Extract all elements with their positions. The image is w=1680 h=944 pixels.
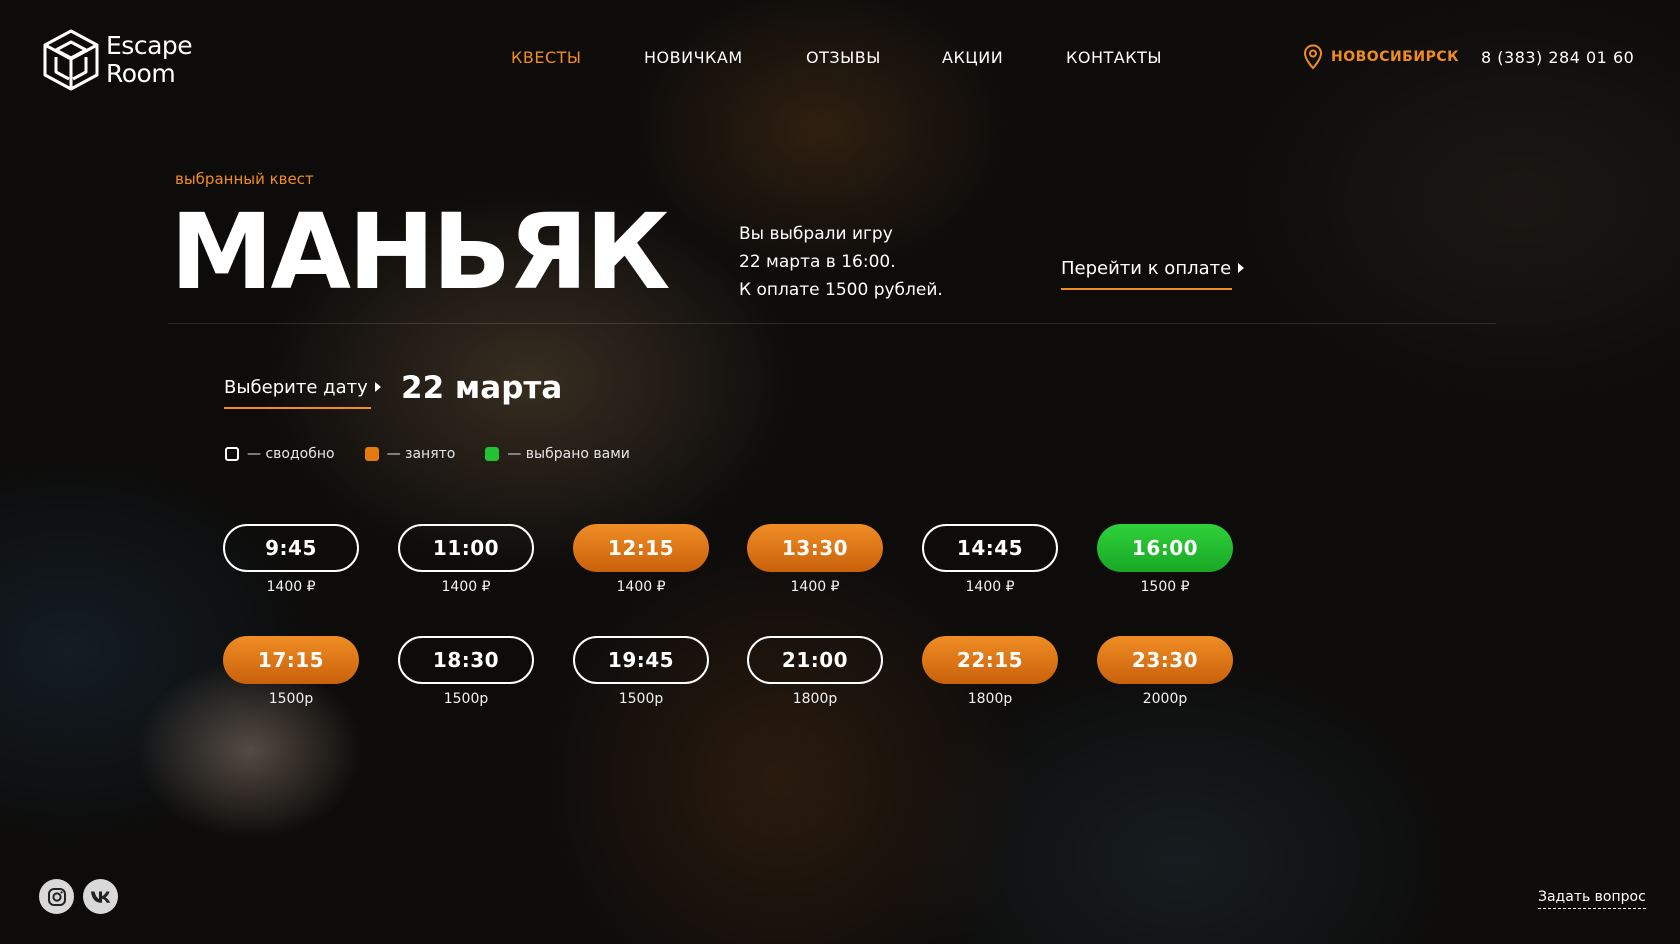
slot-price: 1500р	[443, 691, 489, 707]
location-pin-icon	[1303, 44, 1323, 70]
time-slot: 18:30 1500р	[398, 636, 534, 707]
choose-date-link[interactable]: Выберите дату	[224, 377, 381, 409]
time-slot-button[interactable]: 22:15	[922, 636, 1058, 684]
legend-selected: — выбрано вами	[485, 446, 630, 462]
phone-number[interactable]: 8 (383) 284 01 60	[1481, 48, 1634, 67]
nav-item-contacts[interactable]: КОНТАКТЫ	[1066, 48, 1162, 67]
instagram-glyph-icon	[47, 887, 66, 906]
go-to-payment-link[interactable]: Перейти к оплате	[1061, 258, 1245, 290]
slot-price: 1800р	[792, 691, 838, 707]
legend-selected-label: — выбрано вами	[507, 446, 630, 462]
time-slot-button[interactable]: 16:00	[1097, 524, 1233, 572]
caret-right-icon	[1238, 263, 1245, 273]
instagram-icon[interactable]	[39, 879, 74, 914]
time-slot: 9:45 1400 ₽	[223, 524, 359, 595]
time-slot: 13:30 1400 ₽	[747, 524, 883, 595]
time-slot: 22:15 1800р	[922, 636, 1058, 707]
time-slot-button[interactable]: 19:45	[573, 636, 709, 684]
time-slot: 12:15 1400 ₽	[573, 524, 709, 595]
slot-price: 1400 ₽	[790, 579, 840, 595]
slot-legend: — сводобно — занято — выбрано вами	[225, 446, 660, 462]
slot-price: 2000р	[1142, 691, 1188, 707]
legend-busy-label: — занято	[386, 446, 456, 462]
legend-busy: — занято	[364, 446, 456, 462]
logo[interactable]: Escape Room	[42, 28, 193, 92]
booking-summary: Вы выбрали игру 22 марта в 16:00. К опла…	[739, 220, 943, 304]
free-swatch-icon	[225, 447, 239, 461]
summary-line-1: Вы выбрали игру	[739, 224, 893, 244]
city-selector[interactable]: НОВОСИБИРСК	[1303, 44, 1459, 70]
nav-item-beginners[interactable]: НОВИЧКАМ	[644, 48, 743, 67]
legend-free-label: — сводобно	[247, 446, 335, 462]
time-slot-button[interactable]: 21:00	[747, 636, 883, 684]
city-name: НОВОСИБИРСК	[1331, 49, 1460, 65]
time-slot-button[interactable]: 13:30	[747, 524, 883, 572]
time-slot-button[interactable]: 17:15	[223, 636, 359, 684]
slot-price: 1400 ₽	[965, 579, 1015, 595]
nav-item-reviews[interactable]: ОТЗЫВЫ	[806, 48, 881, 67]
time-slot-button[interactable]: 18:30	[398, 636, 534, 684]
selected-date: 22 марта	[401, 370, 563, 406]
legend-free: — сводобно	[225, 446, 335, 462]
go-to-payment-label: Перейти к оплате	[1061, 258, 1232, 279]
ask-question-link[interactable]: Задать вопрос	[1538, 889, 1646, 909]
time-slot: 16:00 1500 ₽	[1097, 524, 1233, 595]
time-slot-button[interactable]: 23:30	[1097, 636, 1233, 684]
logo-line-1: Escape	[106, 31, 193, 60]
social-links	[39, 879, 118, 914]
logo-text: Escape Room	[106, 31, 193, 88]
time-slot-button[interactable]: 11:00	[398, 524, 534, 572]
summary-line-2: 22 марта в 16:00.	[739, 252, 896, 272]
time-slot: 14:45 1400 ₽	[922, 524, 1058, 595]
cube-logo-icon	[43, 29, 99, 91]
time-slot-button[interactable]: 9:45	[223, 524, 359, 572]
slot-price: 1400 ₽	[266, 579, 316, 595]
slot-price: 1500 ₽	[1140, 579, 1190, 595]
slot-price: 1500р	[618, 691, 664, 707]
time-slot-button[interactable]: 12:15	[573, 524, 709, 572]
time-slot: 11:00 1400 ₽	[398, 524, 534, 595]
slot-price: 1400 ₽	[616, 579, 666, 595]
logo-line-2: Room	[106, 59, 176, 88]
nav-item-quests[interactable]: КВЕСТЫ	[511, 48, 582, 67]
nav-item-promotions[interactable]: АКЦИИ	[942, 48, 1003, 67]
selected-quest-label: выбранный квест	[175, 170, 314, 188]
vk-glyph-icon	[90, 891, 110, 903]
summary-line-3: К оплате 1500 рублей.	[739, 280, 943, 300]
time-slot: 21:00 1800р	[747, 636, 883, 707]
time-slot: 23:30 2000р	[1097, 636, 1233, 707]
vk-icon[interactable]	[83, 879, 118, 914]
slot-price: 1800р	[967, 691, 1013, 707]
time-slot: 19:45 1500р	[573, 636, 709, 707]
busy-swatch-icon	[364, 447, 379, 461]
caret-right-icon	[374, 382, 381, 392]
slot-price: 1500р	[268, 691, 314, 707]
divider	[168, 323, 1496, 324]
slot-price: 1400 ₽	[441, 579, 491, 595]
choose-date-label: Выберите дату	[224, 377, 368, 398]
time-slot-button[interactable]: 14:45	[922, 524, 1058, 572]
quest-title: МАНЬЯК	[170, 191, 670, 313]
time-slot: 17:15 1500р	[223, 636, 359, 707]
selected-swatch-icon	[485, 447, 500, 461]
